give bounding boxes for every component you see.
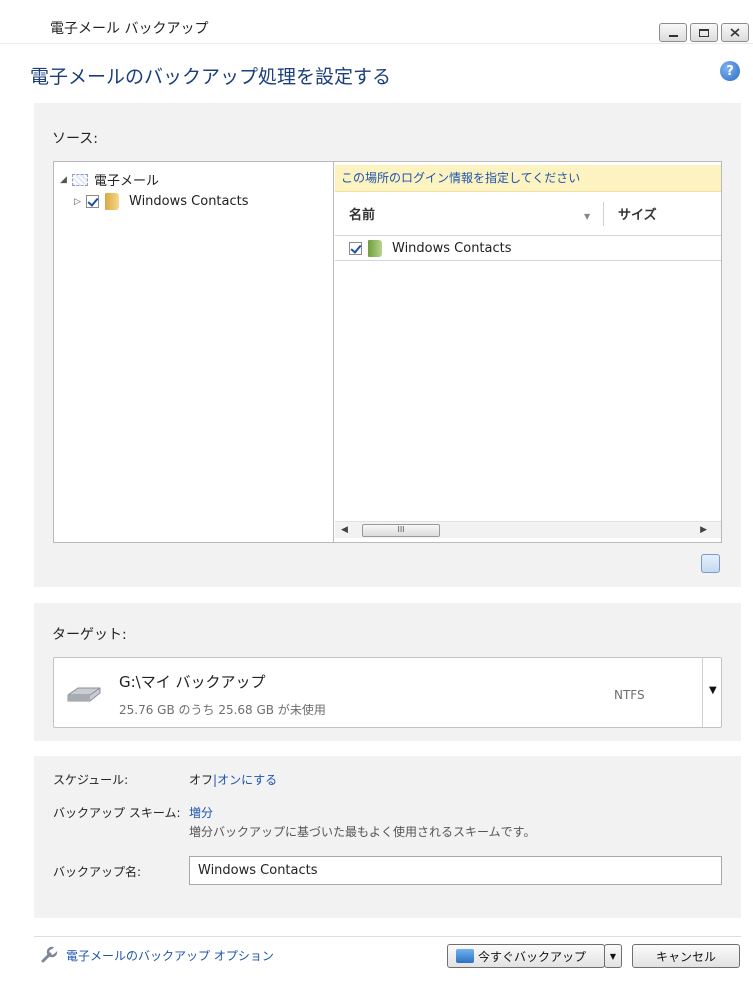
column-header-row: 名前 ▼ サイズ (335, 198, 721, 236)
scheme-description: 増分バックアップに基づいた最もよく使用されるスキームです。 (189, 825, 536, 839)
hard-drive-icon (67, 687, 101, 702)
backup-name-label: バックアップ名: (53, 865, 142, 879)
backup-now-button[interactable]: 今すぐバックアップ (447, 944, 605, 968)
close-icon (722, 24, 748, 41)
target-capacity: 25.76 GB のうち 25.68 GB が未使用 (119, 703, 326, 717)
help-icon[interactable]: ? (720, 61, 740, 81)
dropdown-arrow-icon[interactable]: ▼ (709, 685, 717, 696)
target-label: ターゲット: (52, 627, 127, 643)
dropdown-arrow-icon: ▼ (609, 951, 617, 961)
wrench-icon (41, 946, 58, 963)
list-item-label: Windows Contacts (392, 241, 512, 256)
folder-icon (368, 240, 382, 257)
minimize-icon (660, 24, 686, 41)
backup-now-dropdown[interactable]: ▼ (604, 944, 622, 968)
source-detail-pane: この場所のログイン情報を指定してください 名前 ▼ サイズ Windows Co… (335, 162, 721, 542)
maximize-icon (691, 24, 717, 41)
folder-icon (105, 193, 119, 210)
email-store-icon (72, 173, 88, 186)
scroll-left-icon[interactable]: ◀ (341, 525, 348, 535)
column-header-name[interactable]: 名前 (349, 204, 375, 223)
footer-divider (34, 936, 741, 937)
window-controls (659, 23, 749, 42)
schedule-label: スケジュール: (53, 773, 129, 787)
target-filesystem: NTFS (614, 688, 645, 702)
panel-toggle-button[interactable] (701, 554, 720, 573)
close-button[interactable] (721, 23, 749, 42)
target-path: G:\マイ バックアップ (119, 673, 266, 691)
email-backup-options-link[interactable]: 電子メールのバックアップ オプション (40, 946, 274, 964)
column-header-size[interactable]: サイズ (618, 204, 657, 223)
scroll-thumb[interactable]: III (362, 524, 440, 537)
tree-item-windows-contacts[interactable]: ▷ Windows Contacts (74, 193, 249, 210)
schedule-value: オフ|オンにする (189, 771, 277, 788)
list-item[interactable]: Windows Contacts (349, 240, 512, 257)
minimize-button[interactable] (659, 23, 687, 42)
tree-checkbox-windows-contacts[interactable] (86, 195, 99, 208)
backup-name-input[interactable] (189, 856, 722, 885)
target-selector[interactable]: G:\マイ バックアップ 25.76 GB のうち 25.68 GB が未使用 … (53, 657, 722, 728)
schedule-enable-link[interactable]: オンにする (217, 773, 277, 787)
tree-item-windows-contacts-label: Windows Contacts (129, 194, 249, 209)
list-item-checkbox[interactable] (349, 242, 362, 255)
tree-item-email[interactable]: ◢ 電子メール (60, 170, 159, 189)
scheme-link[interactable]: 増分 (189, 804, 213, 821)
target-divider (702, 658, 703, 727)
source-selector: ◢ 電子メール ▷ Windows Contacts この場所のログイン情報を指… (53, 161, 722, 543)
tree-item-email-label: 電子メール (94, 174, 160, 189)
window-title: 電子メール バックアップ (50, 21, 209, 37)
collapse-arrow-icon[interactable]: ◢ (60, 175, 72, 185)
maximize-button[interactable] (690, 23, 718, 42)
scroll-right-icon[interactable]: ▶ (700, 525, 707, 535)
login-info-notice[interactable]: この場所のログイン情報を指定してください (335, 165, 721, 192)
backup-now-label: 今すぐバックアップ (478, 949, 587, 964)
backup-icon (456, 949, 474, 963)
title-bar: 電子メール バックアップ (0, 0, 753, 44)
cancel-label: キャンセル (655, 949, 716, 964)
page-title: 電子メールのバックアップ処理を設定する (30, 66, 392, 88)
expand-arrow-icon[interactable]: ▷ (74, 197, 86, 207)
email-backup-options-label: 電子メールのバックアップ オプション (66, 948, 274, 963)
column-divider[interactable] (603, 202, 604, 226)
scheme-label: バックアップ スキーム: (53, 806, 181, 820)
source-tree: ◢ 電子メール ▷ Windows Contacts (54, 162, 334, 542)
cancel-button[interactable]: キャンセル (632, 944, 740, 968)
sort-arrow-icon: ▼ (584, 212, 591, 221)
row-divider (335, 260, 721, 261)
schedule-state: オフ (189, 773, 214, 787)
horizontal-scrollbar[interactable]: ◀ III ▶ (335, 521, 721, 538)
source-label: ソース: (52, 131, 99, 147)
